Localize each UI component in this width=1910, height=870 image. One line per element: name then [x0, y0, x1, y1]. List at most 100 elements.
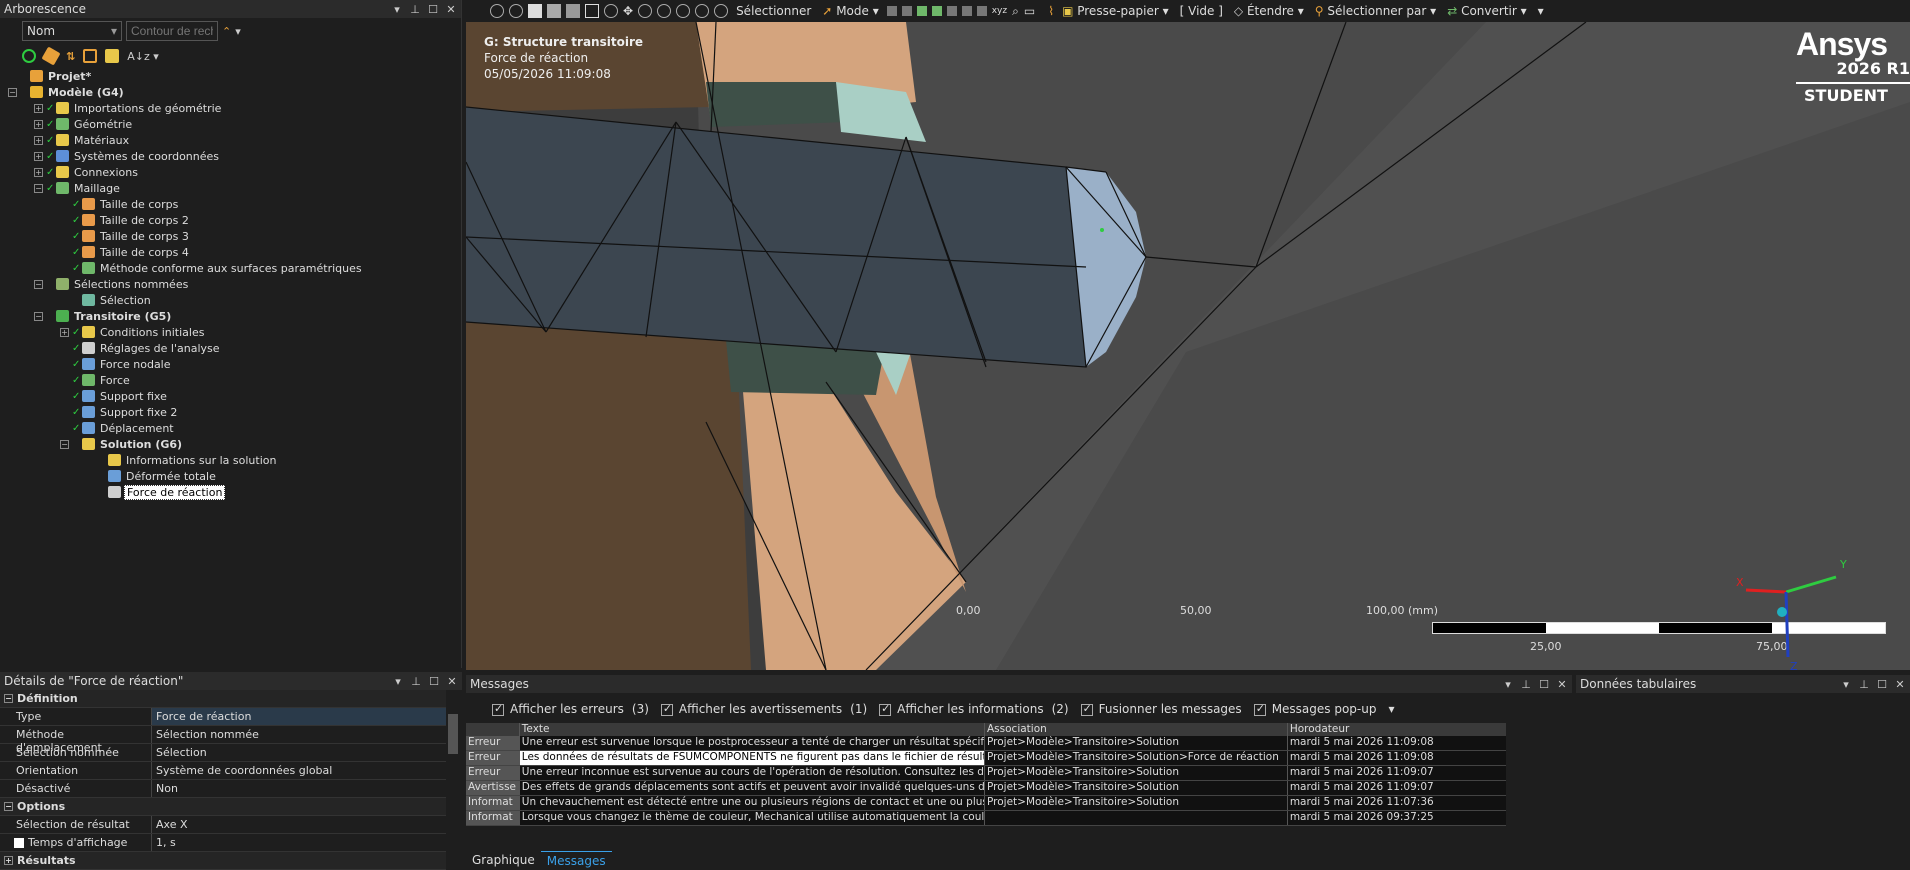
- message-filter-option[interactable]: Afficher les avertissements (1): [660, 702, 867, 716]
- tree-item[interactable]: Projet*: [0, 68, 461, 84]
- axis-triad[interactable]: Y X Z: [1736, 542, 1866, 670]
- details-value[interactable]: Sélection: [152, 744, 446, 761]
- collapse-icon[interactable]: −: [34, 183, 43, 193]
- label-icon[interactable]: ⌕: [1012, 4, 1019, 19]
- zoom-extent-icon[interactable]: [695, 4, 710, 18]
- extend-dropdown[interactable]: ◇ Étendre ▾: [1231, 4, 1307, 18]
- details-section[interactable]: − Définition: [0, 690, 446, 708]
- tree-item[interactable]: − Transitoire (G5): [0, 308, 461, 324]
- column-header[interactable]: Texte: [518, 723, 984, 736]
- zoom-out-icon[interactable]: [509, 4, 523, 18]
- checkbox[interactable]: [879, 702, 892, 716]
- message-filter-option[interactable]: Afficher les erreurs (3): [492, 702, 649, 716]
- checkbox[interactable]: [1080, 702, 1093, 716]
- mode-dropdown[interactable]: ➚ Mode ▾: [819, 4, 881, 18]
- expand-icon[interactable]: +: [4, 856, 13, 865]
- tree-item[interactable]: + ✓ Conditions initiales: [0, 324, 461, 340]
- details-value[interactable]: Système de coordonnées global: [152, 762, 446, 779]
- checkbox[interactable]: [660, 702, 673, 716]
- sort-az-icon[interactable]: A↓z ▾: [127, 50, 159, 63]
- expand-icon[interactable]: +: [34, 119, 43, 129]
- zoom-previous-icon[interactable]: [714, 4, 729, 18]
- zoom-all-icon[interactable]: [676, 4, 691, 18]
- tree-item[interactable]: + ✓ Systèmes de coordonnées: [0, 148, 461, 164]
- collapse-icon[interactable]: −: [4, 694, 13, 703]
- collapse-icon[interactable]: −: [8, 87, 17, 97]
- close-icon[interactable]: ✕: [1894, 678, 1906, 691]
- tree-item[interactable]: − Solution (G6): [0, 436, 461, 452]
- shaded-view-icon[interactable]: [566, 4, 580, 18]
- collapse-icon[interactable]: −: [34, 311, 43, 321]
- details-value[interactable]: Sélection nommée: [152, 726, 446, 743]
- tree-item[interactable]: ✓ Réglages de l'analyse: [0, 340, 461, 356]
- refresh-icon[interactable]: [22, 49, 36, 63]
- tree-item[interactable]: ✓ Force: [0, 372, 461, 388]
- tree-item[interactable]: + ✓ Géométrie: [0, 116, 461, 132]
- checkbox[interactable]: [1253, 702, 1266, 716]
- table-row[interactable]: Erreur Une erreur est survenue lorsque le…: [466, 736, 1506, 751]
- tree-item[interactable]: + ✓ Matériaux: [0, 132, 461, 148]
- close-icon[interactable]: ✕: [445, 3, 457, 16]
- expand-icon[interactable]: +: [60, 327, 69, 337]
- tab-messages[interactable]: Messages: [540, 851, 612, 870]
- zoom-box-icon[interactable]: [657, 4, 672, 18]
- options-dropdown-icon[interactable]: ▾: [1388, 702, 1394, 716]
- details-row[interactable]: Sélection de résultat Axe X: [0, 816, 446, 834]
- tree-item[interactable]: + ✓ Importations de géométrie: [0, 100, 461, 116]
- tab-graphics[interactable]: Graphique: [466, 851, 541, 870]
- dropdown-icon[interactable]: ▾: [1840, 678, 1852, 691]
- details-value[interactable]: Non: [152, 780, 446, 797]
- close-icon[interactable]: ✕: [446, 675, 458, 688]
- grid-icon[interactable]: [83, 49, 98, 63]
- select-face-icon[interactable]: [916, 6, 927, 16]
- details-row[interactable]: Sélection nommée Sélection: [0, 744, 446, 762]
- filter-type-select[interactable]: Nom ▾: [22, 21, 122, 41]
- tree-item[interactable]: Force de réaction: [0, 484, 461, 500]
- outline-search-input[interactable]: [126, 21, 218, 41]
- pin-icon[interactable]: ⊥: [410, 675, 422, 688]
- maximize-icon[interactable]: ☐: [428, 675, 440, 688]
- collapse-icon[interactable]: −: [4, 802, 13, 811]
- details-value[interactable]: 1, s: [152, 834, 446, 851]
- tree-item[interactable]: − Sélections nommées: [0, 276, 461, 292]
- message-filter-option[interactable]: Afficher les informations (2): [879, 702, 1069, 716]
- graphics-viewport[interactable]: G: Structure transitoire Force de réacti…: [466, 22, 1910, 670]
- select-vertex-icon[interactable]: [886, 6, 897, 16]
- box-select-icon[interactable]: [585, 4, 599, 18]
- pan-icon[interactable]: ✥: [623, 4, 633, 18]
- iso-view-icon[interactable]: [547, 4, 561, 18]
- tree-item[interactable]: Déformée totale: [0, 468, 461, 484]
- pin-icon[interactable]: ⊥: [409, 3, 421, 16]
- details-row[interactable]: Temps d'affichage 1, s: [0, 834, 446, 852]
- select-node-icon[interactable]: [946, 6, 957, 16]
- details-value[interactable]: Axe X: [152, 816, 446, 833]
- dropdown-icon[interactable]: ▾: [392, 675, 404, 688]
- expand-icon[interactable]: +: [34, 151, 43, 161]
- collapse-up-icon[interactable]: ⌃: [222, 25, 231, 38]
- tree-item[interactable]: ✓ Taille de corps: [0, 196, 461, 212]
- column-header[interactable]: [466, 723, 519, 736]
- maximize-icon[interactable]: ☐: [1538, 678, 1550, 691]
- details-row[interactable]: Méthode d'emplacement Sélection nommée: [0, 726, 446, 754]
- maximize-icon[interactable]: ☐: [427, 3, 439, 16]
- dropdown-icon[interactable]: ▾: [1502, 678, 1514, 691]
- zoom-fit-icon[interactable]: [638, 4, 653, 18]
- maximize-icon[interactable]: ☐: [1876, 678, 1888, 691]
- coordinates-icon[interactable]: xyz: [992, 6, 1007, 16]
- details-section[interactable]: + Résultats: [0, 852, 446, 870]
- comment-icon[interactable]: ▭: [1024, 4, 1035, 18]
- rotate-icon[interactable]: [604, 4, 618, 18]
- collapse-icon[interactable]: −: [34, 279, 43, 289]
- eraser-icon[interactable]: [41, 46, 61, 66]
- pin-icon[interactable]: ⊥: [1520, 678, 1532, 691]
- details-section[interactable]: − Options: [0, 798, 446, 816]
- sort-icon[interactable]: ⇅: [66, 50, 75, 63]
- details-value[interactable]: Force de réaction: [152, 708, 446, 725]
- clipboard-dropdown[interactable]: ▣ Presse-papier ▾: [1059, 4, 1172, 18]
- select-by-dropdown[interactable]: ⚲ Sélectionner par ▾: [1312, 4, 1439, 18]
- expand-icon[interactable]: +: [34, 135, 43, 145]
- details-scrollbar[interactable]: [448, 714, 458, 754]
- table-row[interactable]: Erreur Les données de résultats de FSUMCO…: [466, 751, 1506, 766]
- table-row[interactable]: Informat Un chevauchement est détecté ent…: [466, 796, 1506, 811]
- column-header[interactable]: Association: [984, 723, 1287, 736]
